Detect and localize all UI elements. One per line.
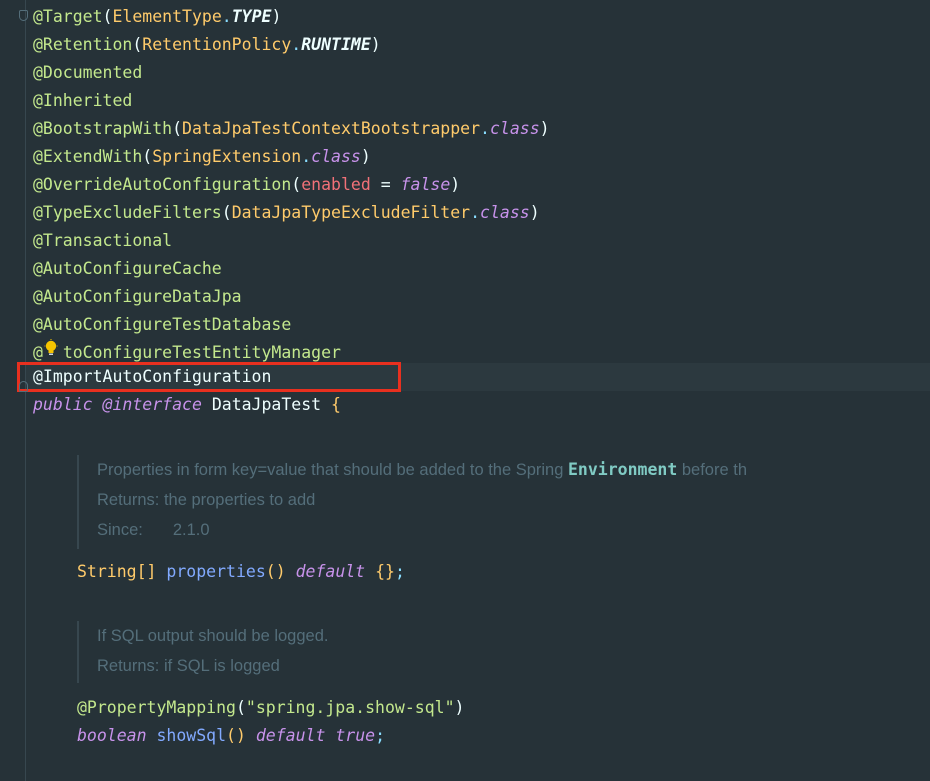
code-line-target[interactable]: @Target(ElementType.TYPE) [33,3,281,31]
interface-name: DataJpaTest [201,395,332,414]
annotation: @Target [33,7,103,26]
string-literal: "spring.jpa.show-sql" [245,698,455,717]
code-line-autoconfiguretestdatabase[interactable]: @AutoConfigureTestDatabase [33,311,291,339]
code-line-autoconfiguredatajpa[interactable]: @AutoConfigureDataJpa [33,283,242,311]
code-line-inherited[interactable]: @Inherited [33,87,132,115]
annotation: @AutoConfigureCache [33,259,222,278]
keyword: class [489,119,540,138]
annotation: @BootstrapWith [33,119,173,138]
javadoc-rendered-properties: Properties in form key=value that should… [77,455,747,549]
class-name: SpringExtension [152,147,302,166]
keyword: class [311,147,361,166]
annotation: @TypeExcludeFilters [33,203,222,222]
lightbulb-icon[interactable] [44,339,58,357]
keyword-interface: @interface [102,395,202,414]
doc-returns: Returns: the properties to add [97,491,316,509]
code-line-typeexcludefilters[interactable]: @TypeExcludeFilters(DataJpaTypeExcludeFi… [33,199,540,227]
class-name: DataJpaTypeExcludeFilter [231,203,471,222]
type-name: String [77,562,137,581]
annotation: @ExtendWith [33,147,143,166]
class-name: ElementType [112,7,222,26]
doc-returns: Returns: if SQL is logged [97,657,280,675]
annotation: @AutoConfigureTestDatabase [33,315,292,334]
keyword: false [400,175,451,194]
code-line-extendwith[interactable]: @ExtendWith(SpringExtension.class) [33,143,371,171]
annotation: @Inherited [33,91,133,110]
annotation-param: enabled [301,175,371,194]
keyword-default: default [295,562,366,581]
method-name: showSql [156,726,227,745]
annotation: @AutoConfigureDataJpa [33,287,242,306]
code-line-bootstrapwith[interactable]: @BootstrapWith(DataJpaTestContextBootstr… [33,115,550,143]
open-brace: { [331,395,341,414]
annotation: @Transactional [33,231,173,250]
enum-constant: RUNTIME [301,35,371,54]
class-name: DataJpaTestContextBootstrapper [182,119,481,138]
code-line-propertymapping[interactable]: @PropertyMapping("spring.jpa.show-sql") [77,694,464,722]
method-name: properties [166,562,266,581]
code-line-documented[interactable]: @Documented [33,59,142,87]
keyword-default: default [255,726,326,745]
annotation: toConfigureTestEntityManager [62,343,341,362]
code-line-overrideautoconfiguration[interactable]: @OverrideAutoConfiguration(enabled = fal… [33,171,460,199]
fold-marker-icon[interactable] [19,381,28,392]
doc-description: Properties in form key=value that should… [97,460,747,479]
doc-link-environment[interactable]: Environment [568,460,677,479]
annotation: @ [33,343,43,362]
keyword-true: true [335,726,376,745]
code-editor[interactable]: @Target(ElementType.TYPE) @Retention(Ret… [0,0,930,781]
annotation: @Documented [33,63,143,82]
highlight-annotation-box [17,362,401,392]
code-line-transactional[interactable]: @Transactional [33,227,172,255]
annotation: @OverrideAutoConfiguration [33,175,292,194]
code-line-showsql-member[interactable]: boolean showSql() default true; [77,722,385,750]
class-name: RetentionPolicy [142,35,292,54]
keyword-public: public [33,395,93,414]
enum-constant: TYPE [231,7,272,26]
code-line-autoconfigurecache[interactable]: @AutoConfigureCache [33,255,222,283]
annotation: @Retention [33,35,133,54]
doc-description: If SQL output should be logged. [97,627,329,645]
fold-marker-icon[interactable] [19,10,28,21]
javadoc-rendered-showsql: If SQL output should be logged. Returns:… [77,621,328,683]
code-line-interface-declaration[interactable]: public @interface DataJpaTest { [33,391,341,419]
code-line-properties-member[interactable]: String[] properties() default {}; [77,558,405,586]
annotation: @PropertyMapping [77,698,236,717]
keyword: class [480,203,530,222]
doc-since: Since: 2.1.0 [97,521,210,539]
keyword-boolean: boolean [77,726,147,745]
code-line-retention[interactable]: @Retention(RetentionPolicy.RUNTIME) [33,31,381,59]
